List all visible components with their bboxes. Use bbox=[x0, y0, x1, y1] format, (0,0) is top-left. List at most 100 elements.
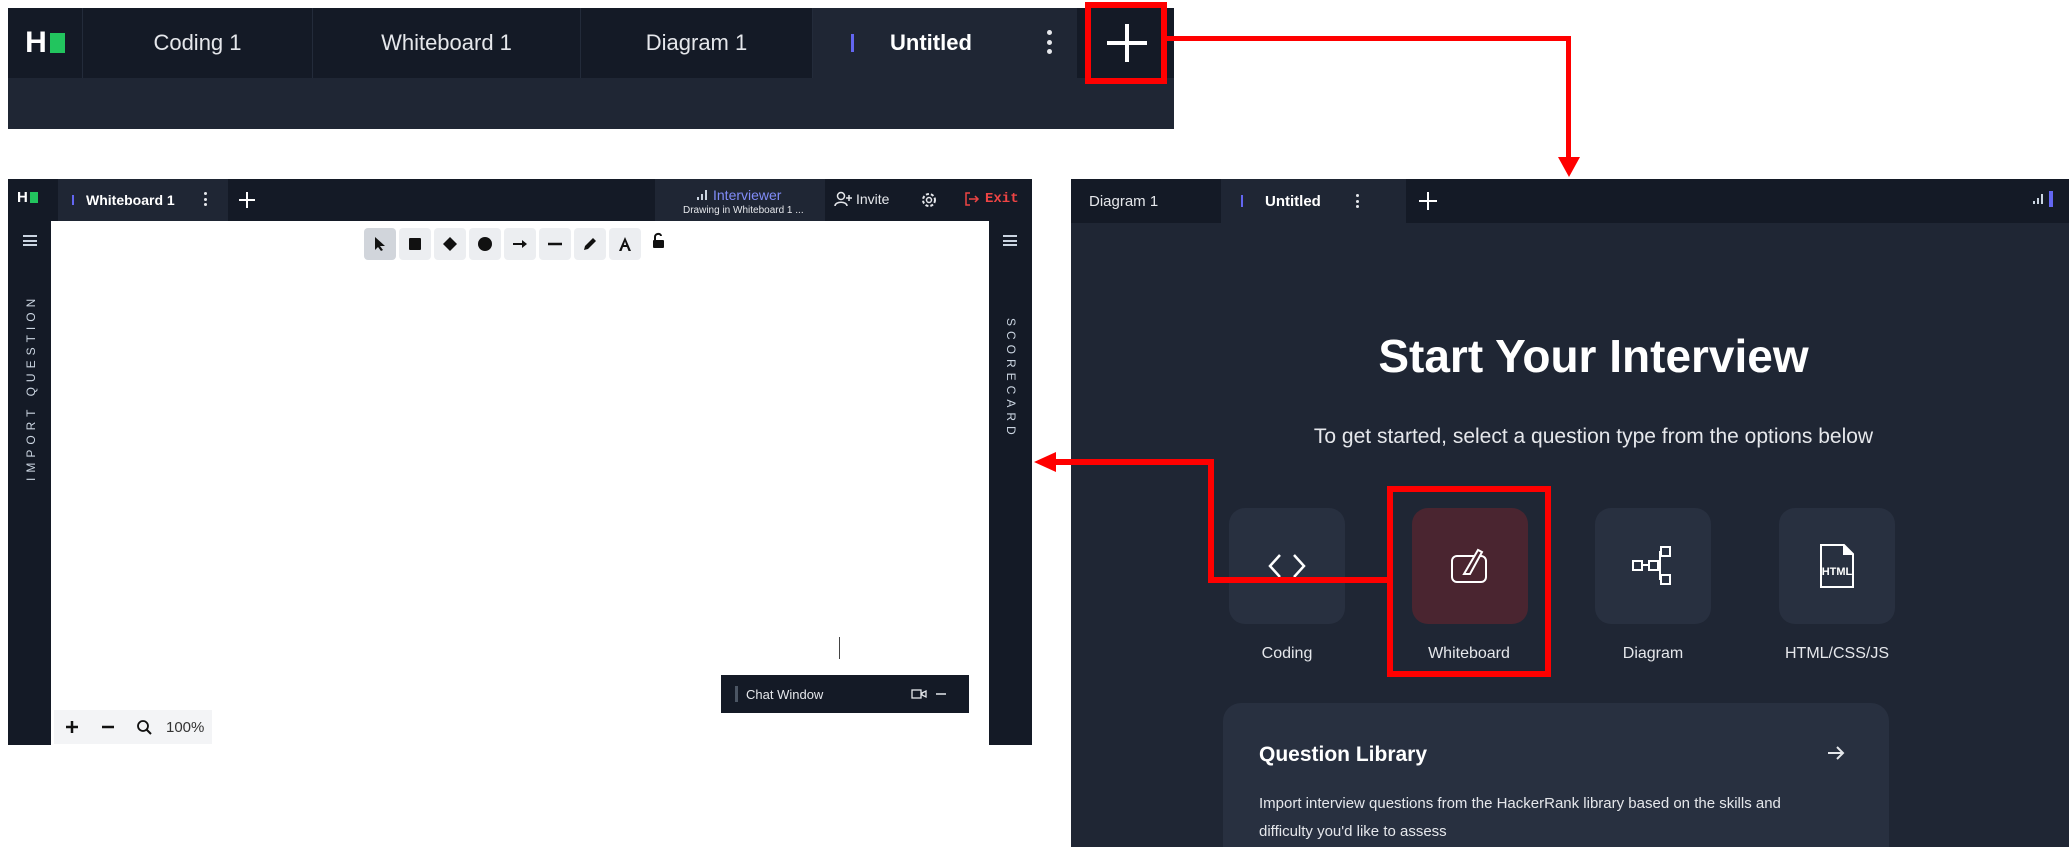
html-file-icon: HTML bbox=[1820, 544, 1854, 588]
tab-diagram-1[interactable]: Diagram 1 bbox=[580, 8, 812, 78]
cursor-icon bbox=[375, 237, 385, 251]
annotation-line bbox=[1208, 462, 1214, 583]
logo-square-icon bbox=[49, 33, 65, 53]
tab-untitled[interactable]: Untitled bbox=[812, 8, 1077, 78]
interviewer-label: Interviewer bbox=[713, 187, 782, 203]
tab-label: Diagram 1 bbox=[645, 30, 748, 55]
add-user-icon bbox=[834, 191, 852, 207]
reset-zoom-icon bbox=[137, 720, 152, 735]
text-tool[interactable] bbox=[609, 228, 641, 260]
start-interview-screen: Diagram 1 Untitled Start Your Interview … bbox=[1071, 179, 2069, 847]
reset-zoom-button[interactable] bbox=[126, 710, 162, 744]
text-cursor bbox=[839, 637, 840, 659]
tab-diagram-1[interactable]: Diagram 1 bbox=[1089, 179, 1158, 223]
import-question-rail[interactable]: IMPORT QUESTION bbox=[8, 221, 51, 745]
chat-window-label: Chat Window bbox=[746, 686, 824, 702]
tab-label: Whiteboard 1 bbox=[381, 30, 512, 55]
html-css-js-option-card[interactable]: HTML bbox=[1779, 508, 1895, 624]
line-tool[interactable] bbox=[539, 228, 571, 260]
active-tab-indicator bbox=[1241, 195, 1243, 207]
invite-button[interactable]: Invite bbox=[834, 191, 889, 207]
scorecard-rail[interactable]: SCORECARD bbox=[989, 221, 1032, 745]
add-tab-icon[interactable] bbox=[1418, 191, 1438, 211]
zoom-controls: 100% bbox=[54, 710, 213, 744]
svg-text:HTML: HTML bbox=[1822, 566, 1853, 578]
annotation-line bbox=[1566, 36, 1571, 160]
tab-label: Untitled bbox=[890, 30, 972, 55]
annotation-line bbox=[1053, 459, 1214, 465]
tab-menu-icon[interactable] bbox=[203, 192, 207, 206]
tab-strip: Diagram 1 Untitled bbox=[1071, 179, 2069, 223]
zoom-in-button[interactable] bbox=[54, 710, 90, 744]
ellipse-tool[interactable] bbox=[469, 228, 501, 260]
annotation-line bbox=[1208, 577, 1390, 583]
scorecard-label: SCORECARD bbox=[1004, 318, 1018, 440]
tab-untitled[interactable]: Untitled bbox=[1221, 179, 1406, 223]
circle-icon bbox=[478, 237, 492, 251]
annotation-arrowhead bbox=[1558, 157, 1580, 177]
question-library-card[interactable]: Question Library Import interview questi… bbox=[1223, 703, 1889, 847]
interviewer-indicator bbox=[2049, 191, 2053, 207]
video-camera-icon[interactable] bbox=[911, 688, 927, 700]
zoom-out-button[interactable] bbox=[90, 710, 126, 744]
exit-button[interactable]: Exit bbox=[964, 191, 1019, 207]
editor-header: H Whiteboard 1 Interviewer Drawing in Wh… bbox=[8, 179, 1032, 221]
select-tool[interactable] bbox=[364, 228, 396, 260]
diagram-icon bbox=[1632, 546, 1671, 585]
tab-menu-icon[interactable] bbox=[1046, 30, 1052, 54]
lock-tool[interactable] bbox=[650, 232, 668, 255]
exit-icon bbox=[965, 192, 980, 206]
arrow-icon bbox=[513, 240, 527, 248]
signal-icon bbox=[2033, 194, 2043, 204]
tab-label: Whiteboard 1 bbox=[86, 192, 175, 208]
page-subtitle: To get started, select a question type f… bbox=[1313, 425, 1874, 448]
new-tab-button[interactable] bbox=[1085, 2, 1167, 84]
question-library-title: Question Library bbox=[1259, 743, 1428, 766]
tab-whiteboard-1[interactable]: Whiteboard 1 bbox=[58, 179, 228, 221]
menu-icon[interactable] bbox=[1003, 235, 1017, 246]
rectangle-tool[interactable] bbox=[399, 228, 431, 260]
whiteboard-editor: H Whiteboard 1 Interviewer Drawing in Wh… bbox=[8, 179, 1032, 745]
page-title: Start Your Interview bbox=[1378, 330, 1809, 382]
tab-menu-icon[interactable] bbox=[1355, 194, 1359, 208]
minimize-icon[interactable] bbox=[935, 688, 947, 700]
tab-label: Diagram 1 bbox=[1089, 192, 1159, 210]
annotation-line bbox=[1166, 36, 1571, 41]
html-css-js-option-label: HTML/CSS/JS bbox=[1784, 645, 1889, 662]
rectangle-icon bbox=[409, 238, 421, 250]
diagram-option-card[interactable] bbox=[1595, 508, 1711, 624]
pencil-tool[interactable] bbox=[574, 228, 606, 260]
hackerrank-logo[interactable]: H bbox=[8, 8, 82, 78]
tab-label: Untitled bbox=[1265, 192, 1321, 210]
interviewer-status: Drawing in Whiteboard 1 ... bbox=[683, 205, 804, 216]
diamond-tool[interactable] bbox=[434, 228, 466, 260]
diagram-option-label: Diagram bbox=[1622, 645, 1684, 662]
arrow-right-icon[interactable] bbox=[1826, 743, 1846, 763]
zoom-level: 100% bbox=[166, 718, 205, 736]
active-tab-indicator bbox=[851, 34, 854, 52]
top-tab-bar: H Coding 1 Whiteboard 1 Diagram 1 Untitl… bbox=[8, 2, 1174, 129]
coding-option-label: Coding bbox=[1261, 645, 1313, 662]
interviewer-presence: Interviewer Drawing in Whiteboard 1 ... bbox=[655, 179, 825, 221]
chat-window[interactable]: Chat Window bbox=[721, 675, 969, 713]
text-icon bbox=[619, 237, 631, 251]
annotation-arrowhead bbox=[1034, 452, 1056, 472]
add-tab-icon[interactable] bbox=[238, 191, 256, 209]
signal-icon bbox=[697, 190, 707, 200]
arrow-tool[interactable] bbox=[504, 228, 536, 260]
menu-icon[interactable] bbox=[23, 235, 37, 246]
minus-icon bbox=[102, 725, 114, 729]
import-question-label: IMPORT QUESTION bbox=[24, 293, 38, 481]
drawing-canvas[interactable] bbox=[51, 221, 989, 745]
gear-icon[interactable] bbox=[920, 191, 938, 209]
drag-handle[interactable] bbox=[735, 686, 738, 702]
active-tab-indicator bbox=[72, 195, 74, 205]
pencil-icon bbox=[584, 238, 596, 250]
hackerrank-logo[interactable]: H bbox=[17, 189, 38, 206]
question-library-description: Import interview questions from the Hack… bbox=[1259, 795, 1781, 840]
coding-option-card[interactable] bbox=[1229, 508, 1345, 624]
tab-whiteboard-1[interactable]: Whiteboard 1 bbox=[312, 8, 580, 78]
tab-coding-1[interactable]: Coding 1 bbox=[82, 8, 312, 78]
whiteboard-highlight-box bbox=[1387, 486, 1551, 677]
plus-icon bbox=[66, 721, 78, 733]
